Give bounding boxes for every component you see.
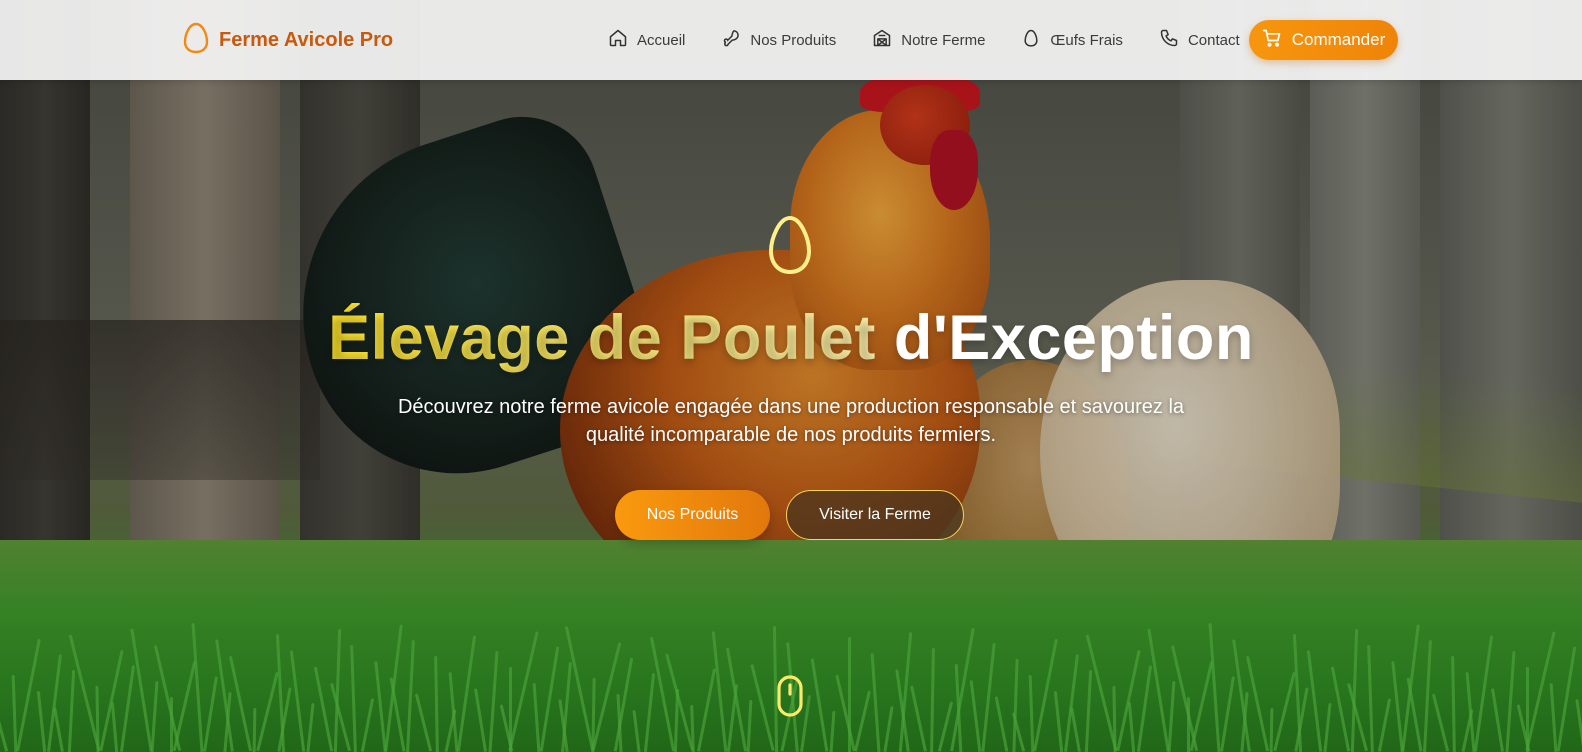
hero-title-accent: Élevage de Poulet: [328, 303, 876, 373]
barn-icon: [872, 28, 892, 52]
hero-title: Élevage de Poulet d'Exception: [0, 300, 1582, 376]
nav-label: Contact: [1187, 31, 1240, 49]
hero-subtitle: Découvrez notre ferme avicole engagée da…: [397, 396, 1185, 446]
visit-farm-button[interactable]: Visiter la Ferme: [786, 490, 964, 540]
nav-label: Accueil: [637, 31, 686, 49]
egg-icon: [1021, 28, 1041, 52]
brand-logo[interactable]: Ferme Avicole Pro: [183, 22, 393, 59]
main-nav: Accueil Nos Produits Notre Ferme Œufs Fr…: [608, 26, 1276, 54]
drumstick-icon: [721, 28, 741, 52]
phone-icon: [1159, 28, 1179, 52]
nav-item-produits[interactable]: Nos Produits: [721, 26, 836, 54]
egg-icon: [183, 22, 209, 59]
nav-label: Œufs Frais: [1050, 31, 1123, 49]
order-button-label: Commander: [1291, 30, 1386, 49]
brand-name: Ferme Avicole Pro: [219, 29, 394, 51]
home-icon: [608, 28, 628, 52]
hero-background-image: [0, 0, 1582, 752]
nav-item-contact[interactable]: Contact: [1159, 26, 1240, 54]
nav-label: Notre Ferme: [901, 31, 986, 49]
nav-label: Nos Produits: [750, 31, 837, 49]
egg-icon: [767, 215, 813, 275]
top-navbar: Ferme Avicole Pro Accueil Nos Produits N…: [0, 0, 1582, 80]
cart-icon: [1262, 28, 1282, 53]
order-button[interactable]: Commander: [1249, 20, 1398, 60]
mouse-scroll-icon[interactable]: [776, 674, 804, 718]
nav-item-ferme[interactable]: Notre Ferme: [872, 26, 985, 54]
nav-item-accueil[interactable]: Accueil: [608, 26, 685, 54]
products-button[interactable]: Nos Produits: [615, 490, 770, 540]
hero-title-rest: d'Exception: [893, 303, 1254, 373]
nav-item-oeufs[interactable]: Œufs Frais: [1021, 26, 1123, 54]
